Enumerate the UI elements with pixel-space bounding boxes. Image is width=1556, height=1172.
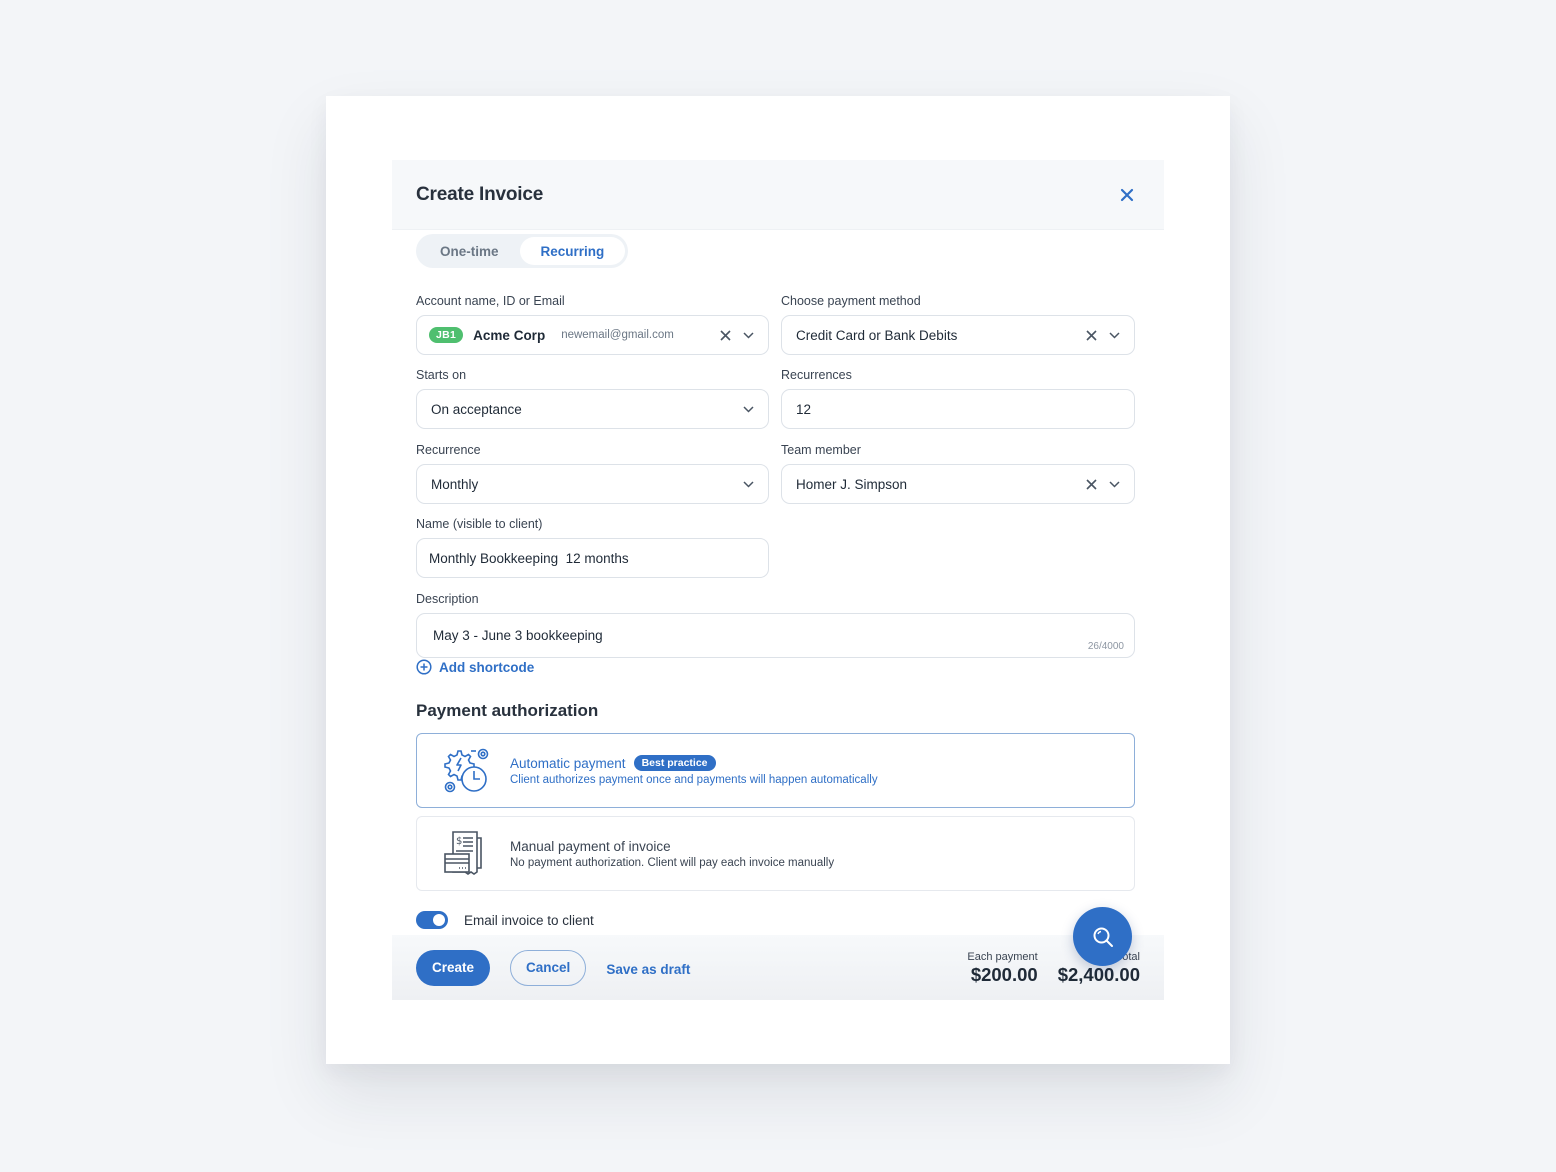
- each-payment-value: $200.00: [970, 964, 1038, 985]
- chevron-down-icon: [743, 480, 754, 488]
- svg-text:$: $: [456, 836, 462, 847]
- starts-on-select[interactable]: On acceptance: [416, 389, 769, 429]
- invoice-name-label: Name (visible to client): [416, 517, 543, 531]
- best-practice-badge: Best practice: [633, 755, 716, 771]
- payment-method-select[interactable]: Credit Card or Bank Debits: [781, 315, 1135, 355]
- clear-payment-method-button[interactable]: [1086, 329, 1097, 341]
- payment-method-field: Choose payment method Credit Card or Ban…: [781, 294, 1135, 355]
- each-payment-summary: Each payment $200.00: [967, 951, 1037, 986]
- manual-payment-text: Manual payment of invoice No payment aut…: [510, 839, 834, 869]
- invoice-type-tabs: One-time Recurring: [416, 234, 629, 268]
- account-email: newemail@gmail.com: [561, 329, 674, 341]
- total-value: $2,400.00: [1057, 964, 1140, 985]
- clear-icon: [720, 329, 731, 341]
- description-textarea[interactable]: May 3 - June 3 bookkeeping 26/4000: [416, 613, 1135, 658]
- recurrence-label: Recurrence: [416, 443, 481, 457]
- recurrence-select[interactable]: Monthly: [416, 464, 769, 504]
- payment-method-value: Credit Card or Bank Debits: [796, 327, 958, 343]
- recurrences-field: Recurrences 12: [781, 368, 1135, 429]
- recurrence-field: Recurrence Monthly: [416, 443, 769, 504]
- recurrences-label: Recurrences: [781, 368, 852, 382]
- create-invoice-modal: Create Invoice One-time Recurring Accoun…: [392, 160, 1164, 1000]
- invoice-name-field: Name (visible to client) Monthly Bookkee…: [416, 517, 769, 578]
- automatic-payment-option[interactable]: Automatic payment Best practice Client a…: [416, 733, 1135, 808]
- plus-circle-icon: [416, 659, 432, 675]
- description-value: May 3 - June 3 bookkeeping: [433, 628, 603, 643]
- modal-footer: Create Cancel Save as draft Each payment…: [392, 935, 1164, 1000]
- team-member-select[interactable]: Homer J. Simpson: [781, 464, 1135, 504]
- team-member-label: Team member: [781, 443, 861, 457]
- add-shortcode-label: Add shortcode: [439, 659, 535, 675]
- chevron-down-icon: [743, 405, 754, 413]
- automatic-payment-subtitle: Client authorizes payment once and payme…: [510, 774, 878, 786]
- manual-payment-option[interactable]: $ Manual payment of invoice No payment a…: [416, 816, 1135, 891]
- recurrence-value: Monthly: [431, 476, 479, 492]
- automatic-payment-title: Automatic payment: [510, 755, 626, 771]
- recurrences-input[interactable]: 12: [781, 389, 1135, 429]
- account-field: Account name, ID or Email JB1 Acme Corp …: [416, 294, 769, 355]
- tab-recurring[interactable]: Recurring: [519, 237, 626, 265]
- starts-on-dropdown-toggle[interactable]: [743, 405, 754, 413]
- create-button[interactable]: Create: [416, 949, 491, 986]
- starts-on-field: Starts on On acceptance: [416, 368, 769, 429]
- search-fab-button[interactable]: [1073, 907, 1132, 966]
- account-label: Account name, ID or Email: [416, 294, 565, 308]
- modal-header: Create Invoice: [392, 160, 1164, 230]
- each-payment-label: Each payment: [967, 951, 1038, 963]
- clear-team-member-button[interactable]: [1086, 478, 1097, 490]
- close-button[interactable]: [1116, 184, 1138, 206]
- payment-method-dropdown-toggle[interactable]: [1109, 331, 1120, 339]
- cancel-button[interactable]: Cancel: [510, 949, 587, 986]
- team-member-field: Team member Homer J. Simpson: [781, 443, 1135, 504]
- modal-title: Create Invoice: [416, 183, 544, 205]
- email-invoice-label: Email invoice to client: [464, 912, 594, 928]
- save-as-draft-link[interactable]: Save as draft: [606, 962, 690, 977]
- add-shortcode-button[interactable]: Add shortcode: [416, 659, 534, 675]
- team-member-value: Homer J. Simpson: [796, 476, 908, 492]
- description-field: Description May 3 - June 3 bookkeeping 2…: [416, 592, 1135, 658]
- clear-icon: [1086, 329, 1097, 341]
- manual-payment-title: Manual payment of invoice: [510, 838, 671, 854]
- chevron-down-icon: [1109, 480, 1120, 488]
- recurrence-dropdown-toggle[interactable]: [743, 480, 754, 488]
- clear-account-button[interactable]: [720, 329, 731, 341]
- clear-icon: [1086, 478, 1097, 490]
- automatic-payment-text: Automatic payment Best practice Client a…: [510, 755, 878, 786]
- account-id-badge: JB1: [429, 327, 464, 343]
- chevron-down-icon: [1109, 331, 1120, 339]
- chevron-down-icon: [743, 331, 754, 339]
- invoice-name-value: Monthly Bookkeeping 12 months: [429, 550, 629, 566]
- character-counter: 26/4000: [1087, 641, 1124, 652]
- description-label: Description: [416, 592, 479, 606]
- tab-one-time[interactable]: One-time: [419, 237, 520, 265]
- starts-on-value: On acceptance: [431, 401, 522, 417]
- email-invoice-toggle[interactable]: [416, 911, 448, 929]
- invoice-name-input[interactable]: Monthly Bookkeeping 12 months: [416, 538, 769, 578]
- close-icon: [1120, 188, 1134, 201]
- payment-method-label: Choose payment method: [781, 294, 921, 308]
- manual-payment-subtitle: No payment authorization. Client will pa…: [510, 856, 835, 869]
- recurrences-value: 12: [796, 401, 812, 417]
- invoice-card-icon: $: [444, 830, 482, 875]
- email-invoice-row: Email invoice to client: [416, 911, 594, 929]
- account-name: Acme Corp: [473, 327, 546, 343]
- payment-authorization-title: Payment authorization: [416, 701, 599, 720]
- account-dropdown-toggle[interactable]: [743, 331, 754, 339]
- search-icon: [1093, 927, 1113, 947]
- team-member-dropdown-toggle[interactable]: [1109, 480, 1120, 488]
- starts-on-label: Starts on: [416, 368, 467, 382]
- automation-gear-clock-icon: [444, 748, 489, 792]
- account-select[interactable]: JB1 Acme Corp newemail@gmail.com: [416, 315, 769, 355]
